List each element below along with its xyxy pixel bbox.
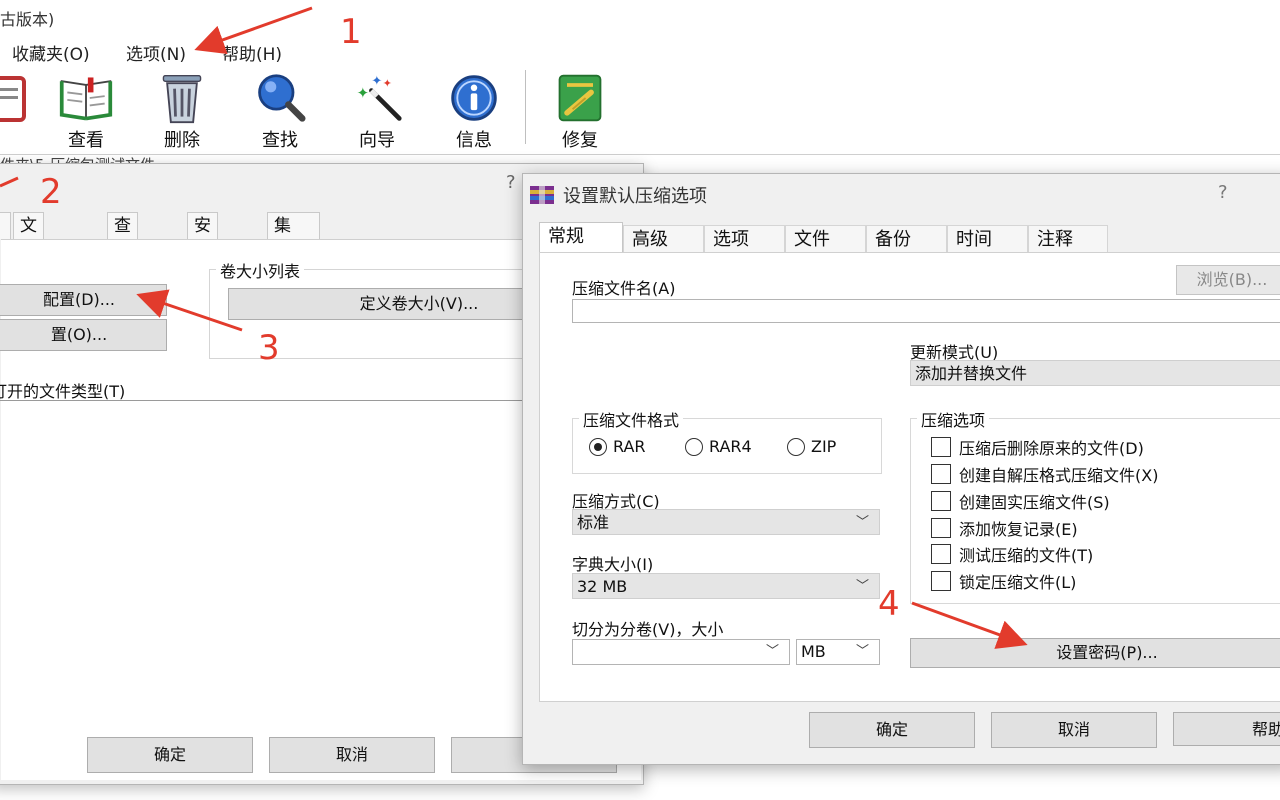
annotation-4: 4 <box>878 584 900 624</box>
annotation-arrows <box>0 6 1028 649</box>
annotation-3: 3 <box>258 328 280 368</box>
arrow-3 <box>136 289 243 332</box>
arrow-4 <box>911 601 1028 649</box>
arrow-2 <box>0 176 19 188</box>
annotation-2: 2 <box>40 172 62 212</box>
arrow-1 <box>194 6 313 55</box>
annotation-1: 1 <box>340 12 362 52</box>
